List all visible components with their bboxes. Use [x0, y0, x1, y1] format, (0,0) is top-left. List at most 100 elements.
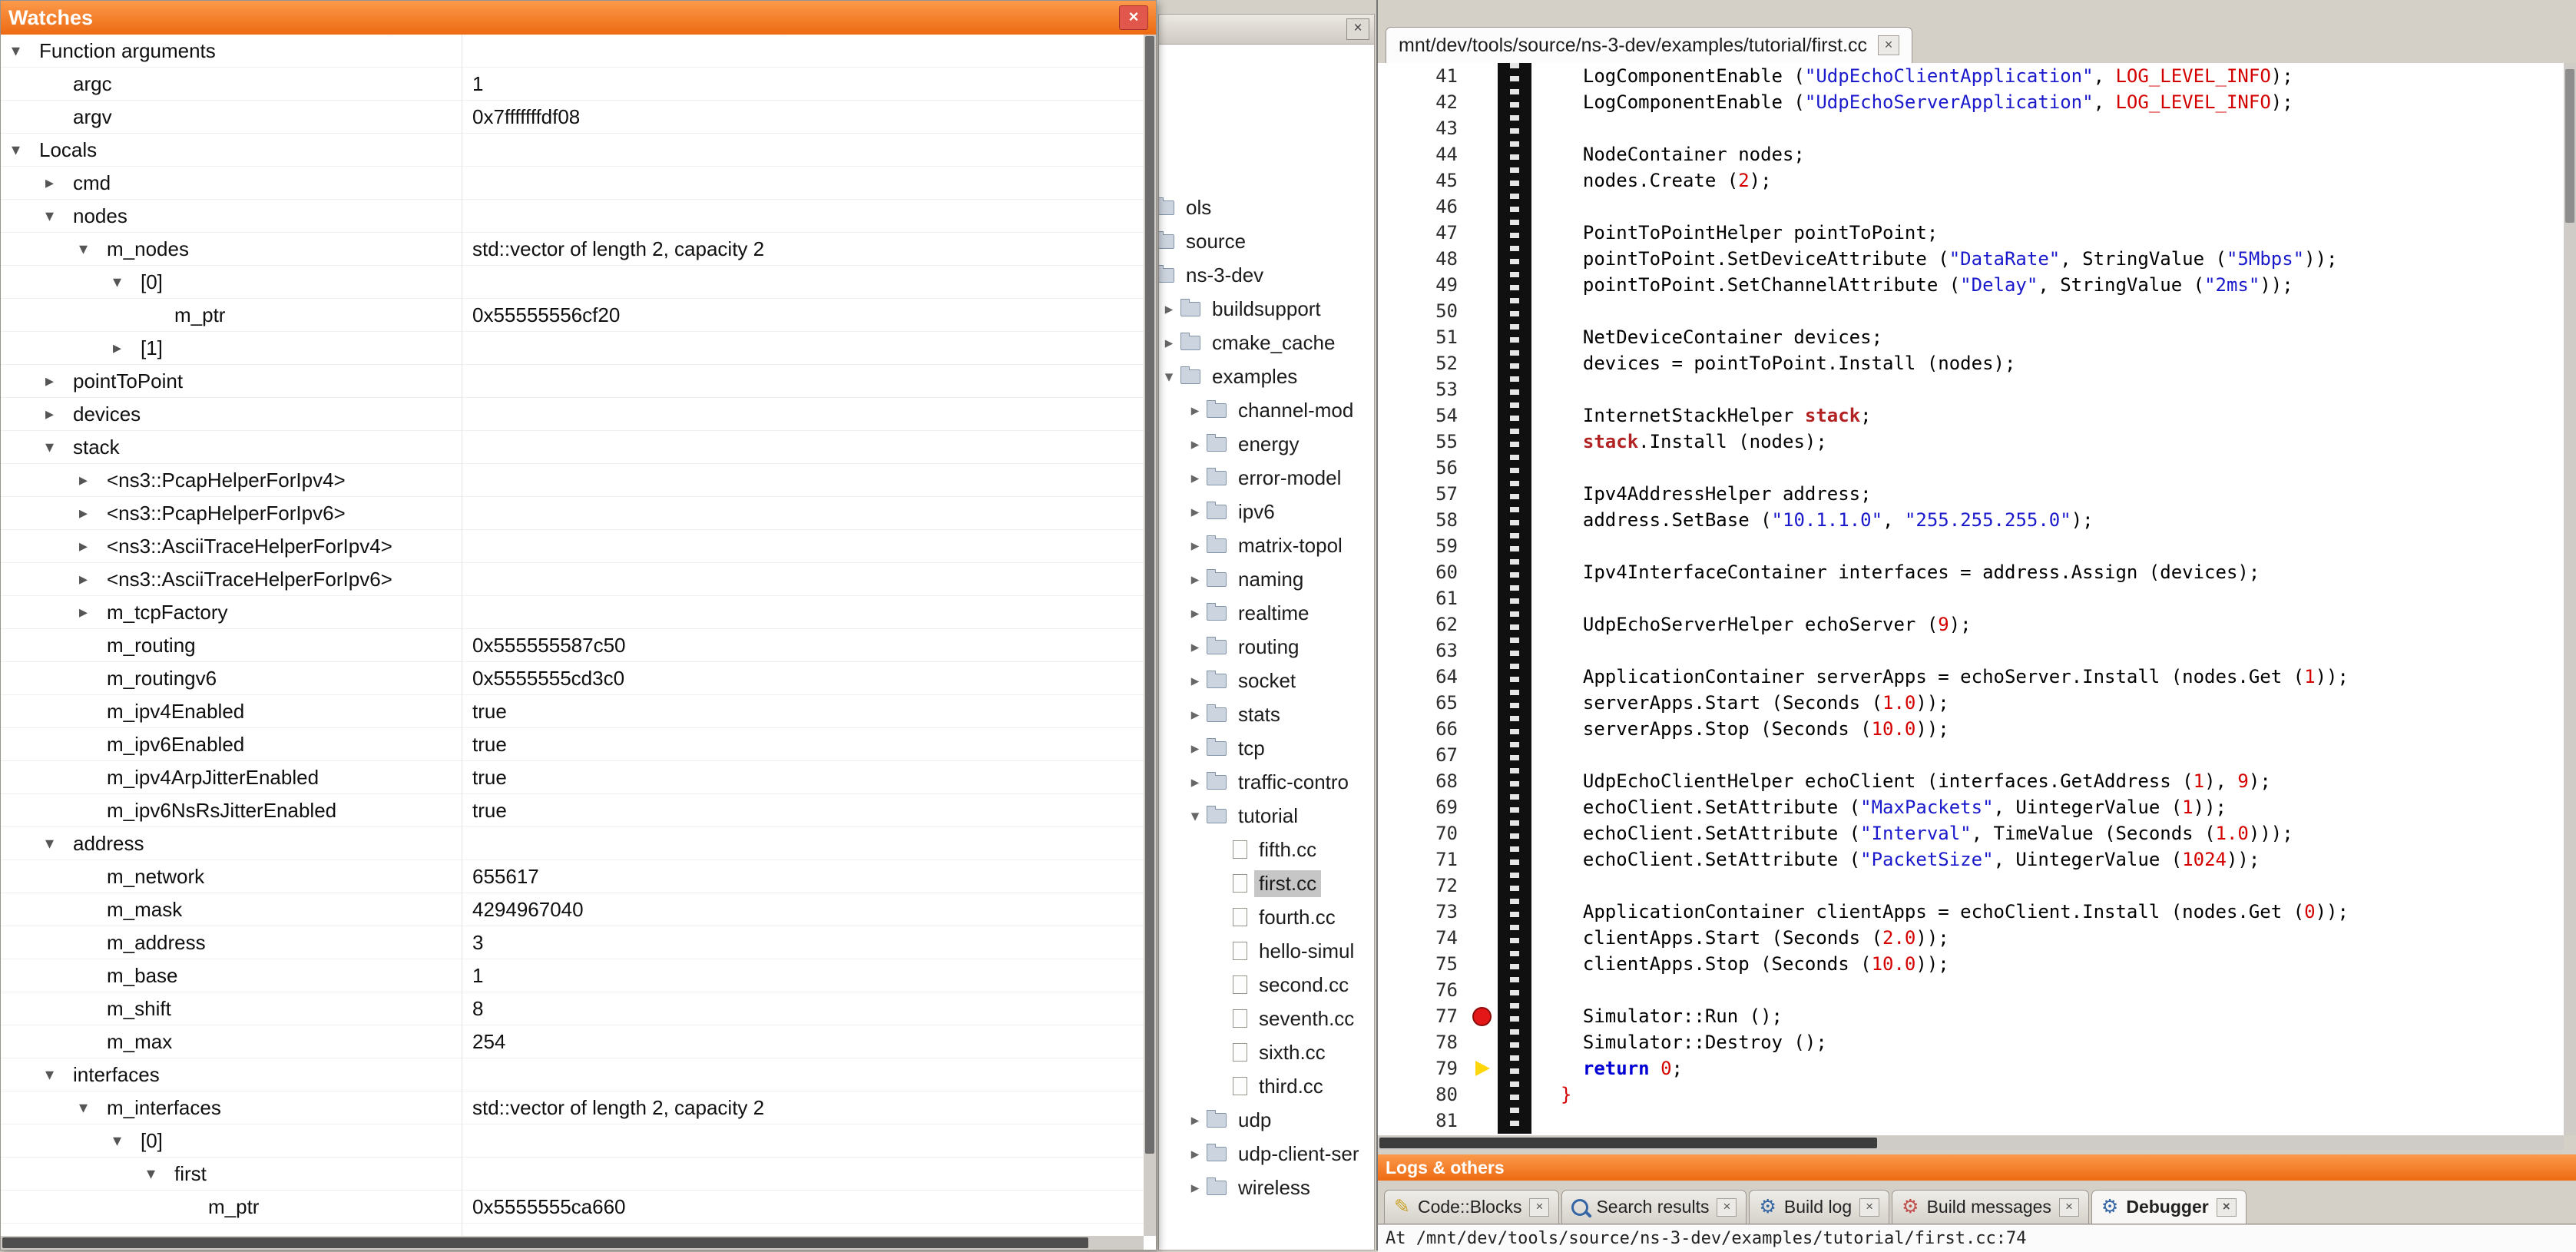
close-icon[interactable]: × — [1717, 1198, 1737, 1217]
chevron-down-icon[interactable]: ▾ — [1158, 367, 1180, 386]
chevron-down-icon[interactable]: ▾ — [79, 239, 107, 259]
watch-row-m-ipv4arpjitterenabled[interactable]: m_ipv4ArpJitterEnabledtrue — [1, 761, 1144, 794]
watch-row-ns3-pcaphelperforipv4[interactable]: ▸<ns3::PcapHelperForIpv4> — [1, 464, 1144, 497]
line-number[interactable]: 69 — [1378, 797, 1468, 818]
tree-item-wireless[interactable]: ▸wireless — [1158, 1171, 1374, 1204]
close-icon[interactable]: × — [1346, 18, 1369, 40]
tree-item-seventh-cc[interactable]: seventh.cc — [1158, 1002, 1374, 1035]
chevron-right-icon[interactable]: ▸ — [45, 404, 73, 424]
marker-margin[interactable] — [1468, 820, 1498, 846]
marker-margin[interactable] — [1468, 768, 1498, 794]
tree-item-matrix-topol[interactable]: ▸matrix-topol — [1158, 528, 1374, 562]
watch-row-argc[interactable]: argc1 — [1, 68, 1144, 101]
watch-row-m-interfaces[interactable]: ▾m_interfacesstd::vector of length 2, ca… — [1, 1091, 1144, 1124]
line-number[interactable]: 41 — [1378, 65, 1468, 87]
chevron-down-icon[interactable]: ▾ — [45, 437, 73, 457]
chevron-right-icon[interactable]: ▸ — [1184, 401, 1207, 420]
tree-item-buildsupport[interactable]: ▸buildsupport — [1158, 292, 1374, 326]
marker-margin[interactable] — [1468, 220, 1498, 246]
watch-row-m-mask[interactable]: m_mask4294967040 — [1, 893, 1144, 926]
editor-horizontal-scrollbar[interactable] — [1378, 1136, 2564, 1150]
line-number[interactable]: 74 — [1378, 927, 1468, 949]
line-number[interactable]: 75 — [1378, 953, 1468, 975]
watches-horizontal-scrollbar[interactable] — [1, 1236, 1144, 1250]
line-number[interactable]: 44 — [1378, 144, 1468, 165]
tab-debugger[interactable]: ⚙Debugger× — [2091, 1190, 2247, 1224]
watch-row-m-address[interactable]: m_address3 — [1, 926, 1144, 959]
tree-item-second-cc[interactable]: second.cc — [1158, 968, 1374, 1002]
marker-margin[interactable] — [1468, 611, 1498, 638]
chevron-right-icon[interactable]: ▸ — [79, 536, 107, 556]
chevron-right-icon[interactable]: ▸ — [1184, 671, 1207, 691]
watch-row-m-ptr[interactable]: m_ptr0x55555556cf20 — [1, 299, 1144, 332]
watch-row-interfaces[interactable]: ▾interfaces — [1, 1058, 1144, 1091]
close-icon[interactable]: × — [2217, 1198, 2237, 1217]
marker-margin[interactable] — [1468, 1108, 1498, 1134]
line-number[interactable]: 50 — [1378, 300, 1468, 322]
chevron-right-icon[interactable]: ▸ — [113, 338, 141, 358]
chevron-down-icon[interactable]: ▾ — [147, 1164, 174, 1184]
line-number[interactable]: 59 — [1378, 535, 1468, 557]
line-number[interactable]: 58 — [1378, 509, 1468, 531]
watch-row-1[interactable]: ▸[1] — [1, 332, 1144, 365]
tab-search-results[interactable]: Search results× — [1561, 1190, 1747, 1224]
line-number[interactable]: 65 — [1378, 692, 1468, 714]
tree-item-naming[interactable]: ▸naming — [1158, 562, 1374, 596]
marker-margin[interactable] — [1468, 376, 1498, 402]
chevron-right-icon[interactable]: ▸ — [1184, 469, 1207, 488]
chevron-right-icon[interactable]: ▸ — [1184, 739, 1207, 758]
tab-build-log[interactable]: ⚙Build log× — [1749, 1190, 1889, 1224]
chevron-right-icon[interactable]: ▸ — [1184, 502, 1207, 522]
tree-item-fifth-cc[interactable]: fifth.cc — [1158, 833, 1374, 866]
chevron-right-icon[interactable]: ▸ — [79, 503, 107, 523]
chevron-right-icon[interactable]: ▸ — [1184, 570, 1207, 589]
tree-item-first-cc[interactable]: first.cc — [1158, 866, 1374, 900]
marker-margin[interactable] — [1468, 63, 1498, 89]
tree-item-routing[interactable]: ▸routing — [1158, 630, 1374, 664]
tab-build-messages[interactable]: ⚙Build messages× — [1892, 1190, 2089, 1224]
scrollbar-thumb[interactable] — [1379, 1138, 1877, 1148]
logs-titlebar[interactable]: Logs & others — [1378, 1154, 2576, 1181]
watch-row-0[interactable]: ▾[0] — [1, 266, 1144, 299]
code-area[interactable]: 41 LogComponentEnable ("UdpEchoClientApp… — [1378, 63, 2564, 1135]
marker-margin[interactable] — [1468, 507, 1498, 533]
marker-margin[interactable] — [1468, 846, 1498, 873]
line-number[interactable]: 55 — [1378, 431, 1468, 452]
line-number[interactable]: 71 — [1378, 849, 1468, 870]
marker-margin[interactable] — [1468, 324, 1498, 350]
tree-item-channel-mod[interactable]: ▸channel-mod — [1158, 393, 1374, 427]
marker-margin[interactable] — [1468, 899, 1498, 925]
chevron-right-icon[interactable]: ▸ — [1158, 333, 1180, 353]
tree-item-tcp[interactable]: ▸tcp — [1158, 731, 1374, 765]
watches-titlebar[interactable]: Watches × — [1, 1, 1156, 35]
chevron-right-icon[interactable]: ▸ — [1184, 1144, 1207, 1164]
close-icon[interactable]: × — [1119, 5, 1148, 30]
watch-row-locals[interactable]: ▾Locals — [1, 134, 1144, 167]
chevron-right-icon[interactable]: ▸ — [45, 173, 73, 193]
tree-item-error-model[interactable]: ▸error-model — [1158, 461, 1374, 495]
line-number[interactable]: 81 — [1378, 1110, 1468, 1131]
marker-margin[interactable] — [1468, 481, 1498, 507]
close-icon[interactable]: × — [1859, 1198, 1879, 1217]
chevron-right-icon[interactable]: ▸ — [1184, 435, 1207, 454]
chevron-right-icon[interactable]: ▸ — [79, 602, 107, 622]
watch-row-0[interactable]: ▾[0] — [1, 1124, 1144, 1158]
line-number[interactable]: 64 — [1378, 666, 1468, 687]
line-number[interactable]: 47 — [1378, 222, 1468, 243]
close-icon[interactable]: × — [2059, 1198, 2079, 1217]
chevron-down-icon[interactable]: ▾ — [45, 833, 73, 853]
line-number[interactable]: 61 — [1378, 588, 1468, 609]
marker-margin[interactable] — [1468, 533, 1498, 559]
chevron-down-icon[interactable]: ▾ — [45, 206, 73, 226]
watch-row-m-ptr[interactable]: m_ptr0x5555555ca660 — [1, 1191, 1144, 1224]
watch-row-m-tcpfactory[interactable]: ▸m_tcpFactory — [1, 596, 1144, 629]
marker-margin[interactable] — [1468, 585, 1498, 611]
marker-margin[interactable] — [1468, 350, 1498, 376]
line-number[interactable]: 73 — [1378, 901, 1468, 922]
tree-item-traffic-contro[interactable]: ▸traffic-contro — [1158, 765, 1374, 799]
line-number[interactable]: 72 — [1378, 875, 1468, 896]
tree-item-tutorial[interactable]: ▾tutorial — [1158, 799, 1374, 833]
line-number[interactable]: 46 — [1378, 196, 1468, 217]
watch-row-stack[interactable]: ▾stack — [1, 431, 1144, 464]
chevron-down-icon[interactable]: ▾ — [1184, 807, 1207, 826]
